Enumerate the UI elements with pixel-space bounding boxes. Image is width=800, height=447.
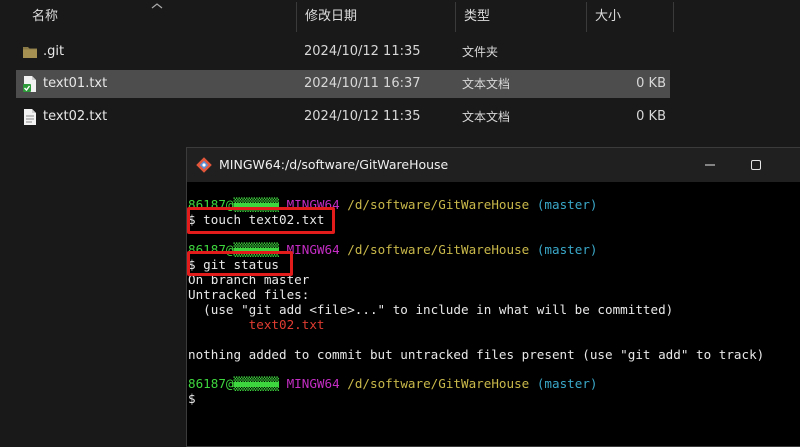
prompt-path: /d/software/GitWareHouse bbox=[347, 242, 530, 257]
column-name-label: 名称 bbox=[32, 9, 59, 24]
prompt-user: 86187@ bbox=[188, 376, 234, 391]
file-name: text02.txt bbox=[43, 109, 108, 124]
file-row-selected[interactable]: text01.txt 2024/10/11 16:37 文本文档 0 KB bbox=[16, 70, 670, 98]
prompt-env: MINGW64 bbox=[286, 242, 340, 257]
file-size: 0 KB bbox=[636, 76, 666, 91]
minimize-button[interactable] bbox=[687, 148, 733, 182]
file-row[interactable]: .git 2024/10/12 11:35 文件夹 bbox=[16, 38, 670, 66]
terminal-title: MINGW64:/d/software/GitWareHouse bbox=[219, 157, 449, 172]
sort-caret-icon bbox=[151, 3, 163, 9]
column-type-header[interactable]: 类型 bbox=[456, 0, 586, 34]
file-type: 文件夹 bbox=[462, 45, 499, 59]
folder-icon bbox=[23, 47, 37, 58]
column-header: 名称 修改日期 类型 大小 bbox=[0, 0, 800, 34]
file-type: 文本文档 bbox=[462, 77, 511, 91]
column-divider[interactable] bbox=[673, 2, 674, 32]
terminal-titlebar[interactable]: MINGW64:/d/software/GitWareHouse bbox=[187, 148, 800, 182]
prompt-host: ▒▒▒▒▒▒ bbox=[233, 376, 280, 391]
output-line: nothing added to commit but untracked fi… bbox=[188, 347, 765, 362]
text-file-icon bbox=[24, 109, 36, 125]
prompt-branch: (master) bbox=[536, 376, 598, 391]
highlight-box bbox=[187, 251, 293, 276]
terminal-window[interactable]: MINGW64:/d/software/GitWareHouse 86187@▒… bbox=[186, 147, 800, 447]
output-line: (use "git add <file>..." to include in w… bbox=[188, 302, 674, 317]
text-file-tracked-icon bbox=[23, 76, 36, 92]
prompt-path: /d/software/GitWareHouse bbox=[347, 197, 530, 212]
column-date-header[interactable]: 修改日期 bbox=[297, 0, 455, 34]
file-size: 0 KB bbox=[636, 109, 666, 124]
prompt-branch: (master) bbox=[536, 242, 598, 257]
highlight-box bbox=[187, 207, 335, 234]
file-date: 2024/10/12 11:35 bbox=[304, 109, 421, 124]
file-name: text01.txt bbox=[43, 76, 108, 91]
file-name: .git bbox=[43, 44, 65, 59]
prompt-env: MINGW64 bbox=[286, 376, 340, 391]
column-date-label: 修改日期 bbox=[305, 9, 358, 24]
prompt-line: 86187@▒▒▒▒▒▒ MINGW64 /d/software/GitWare… bbox=[188, 376, 598, 391]
file-row[interactable]: text02.txt 2024/10/12 11:35 文本文档 0 KB bbox=[16, 103, 670, 131]
file-date: 2024/10/12 11:35 bbox=[304, 44, 421, 59]
column-size-header[interactable]: 大小 bbox=[587, 0, 673, 34]
column-type-label: 类型 bbox=[464, 9, 491, 24]
command-line[interactable]: $ bbox=[188, 391, 203, 406]
output-line: Untracked files: bbox=[188, 287, 310, 302]
maximize-button[interactable] bbox=[733, 148, 779, 182]
minimize-icon bbox=[705, 164, 715, 166]
prompt-path: /d/software/GitWareHouse bbox=[347, 376, 530, 391]
column-size-label: 大小 bbox=[595, 9, 622, 24]
untracked-file-line: text02.txt bbox=[188, 317, 325, 332]
maximize-icon bbox=[751, 160, 761, 170]
file-date: 2024/10/11 16:37 bbox=[304, 76, 421, 91]
terminal-output[interactable]: 86187@▒▒▒▒▒▒ MINGW64 /d/software/GitWare… bbox=[187, 182, 800, 446]
file-type: 文本文档 bbox=[462, 110, 511, 124]
git-bash-icon bbox=[196, 157, 212, 173]
prompt-branch: (master) bbox=[536, 197, 598, 212]
